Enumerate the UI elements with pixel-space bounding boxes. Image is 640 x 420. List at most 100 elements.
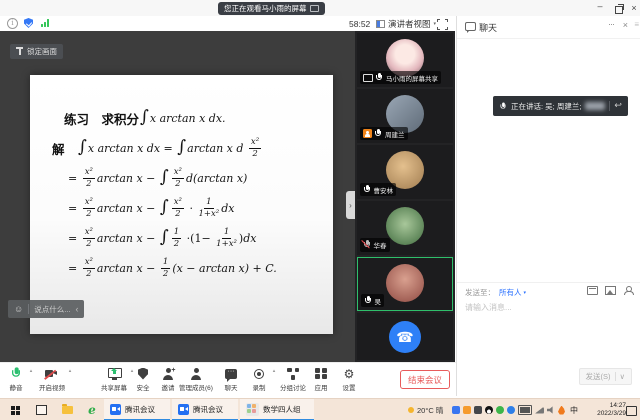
action-center-icon[interactable] xyxy=(626,406,637,416)
math-token: ∫ xyxy=(160,167,169,187)
collapse-left-icon[interactable]: ‹ xyxy=(75,304,78,314)
quick-chat-placeholder[interactable]: 说点什么... xyxy=(34,304,70,315)
watching-banner: 您正在观看马小雨的屏幕 xyxy=(218,2,325,15)
camera-off-icon xyxy=(45,368,59,379)
chat-close-button[interactable]: × xyxy=(623,20,628,30)
gear-icon: ⚙ xyxy=(344,368,355,380)
send-button[interactable]: 发送(S) ∨ xyxy=(579,368,633,385)
tray-flame-icon[interactable] xyxy=(558,406,565,415)
qq-penguin-icon[interactable] xyxy=(485,406,493,414)
quick-chat-pill[interactable]: ☺ 说点什么... ‹ xyxy=(8,300,84,318)
windows-logo-icon xyxy=(11,406,20,415)
participant-tile-speaking[interactable]: 吴 xyxy=(357,257,453,311)
start-button[interactable] xyxy=(4,399,26,420)
math-token: = xyxy=(160,142,176,155)
end-meeting-button[interactable]: 结束会议 xyxy=(400,370,450,389)
speaking-toast: 正在讲话: 吴; 周建兰; ↩ xyxy=(493,96,628,116)
shared-screen-stage: 锁定画面 练习 求积分∫x arctan x dx.解 ∫x arctan x … xyxy=(0,31,355,362)
participant-tile[interactable]: 马小雨的屏幕共享 xyxy=(357,33,453,87)
pin-label: 锁定画面 xyxy=(27,46,57,57)
taskbar-weather[interactable]: 20°C 晴 xyxy=(408,399,443,420)
participant-label: 吴 xyxy=(361,294,384,307)
send-options-caret[interactable]: ∨ xyxy=(620,372,626,381)
bluetooth-icon[interactable] xyxy=(507,406,515,414)
minimize-button[interactable]: – xyxy=(594,1,606,11)
participant-label: 曹安林 xyxy=(360,183,396,196)
info-icon[interactable]: i xyxy=(7,18,18,29)
participant-tile-phone[interactable]: ☎ xyxy=(357,313,453,360)
tray-app-dark-icon[interactable] xyxy=(474,406,482,414)
video-options-chevron[interactable]: ▴ xyxy=(69,368,72,374)
chat-history-icon[interactable] xyxy=(587,286,598,295)
mention-member-icon[interactable] xyxy=(623,286,632,295)
browser-e-icon: e xyxy=(88,404,96,416)
mic-on-icon xyxy=(364,296,372,305)
volume-icon[interactable] xyxy=(547,406,555,414)
chevron-down-icon: ▾ xyxy=(524,290,527,296)
math-token: 练习 求积分 xyxy=(64,109,139,128)
math-token: ∫ xyxy=(160,197,169,217)
restore-button[interactable] xyxy=(615,6,623,14)
taskbar-app-label: 数学四人组 xyxy=(263,404,301,415)
mic-on-icon xyxy=(375,129,383,138)
math-token: − xyxy=(143,262,159,275)
taskbar-app-meeting-1[interactable]: 腾讯会议 xyxy=(104,399,170,420)
avatar xyxy=(386,264,424,302)
record-icon xyxy=(254,369,264,379)
browser-button[interactable]: e xyxy=(82,399,102,420)
network-signal-icon xyxy=(41,19,49,27)
participant-tile[interactable]: 华春 xyxy=(357,201,453,255)
panel-drag-handle[interactable]: ≡ xyxy=(634,20,639,29)
math-line: 解 ∫x arctan x dx = ∫arctan x d x²2 xyxy=(52,135,333,161)
meeting-topbar: i 58:52 演讲者视图 ▾ xyxy=(0,16,456,31)
avatar xyxy=(386,207,424,245)
math-token: 12 xyxy=(161,257,170,278)
system-tray: 中 xyxy=(452,399,578,420)
pin-view-pill[interactable]: 锁定画面 xyxy=(10,44,63,59)
math-token: x²2 xyxy=(83,257,95,278)
participant-label: 马小雨的屏幕共享 xyxy=(360,71,441,84)
math-token: (x − arctan x) + C. xyxy=(172,262,276,275)
task-view-button[interactable] xyxy=(30,399,52,420)
settings-button[interactable]: ⚙ 设置 xyxy=(321,367,377,392)
reply-arrow-icon[interactable]: ↩ xyxy=(614,101,622,111)
fullscreen-icon[interactable] xyxy=(437,19,448,30)
chat-input[interactable]: 请输入消息... xyxy=(465,302,512,313)
smiley-icon[interactable]: ☺ xyxy=(14,305,23,314)
taskbar-app-label: 腾讯会议 xyxy=(125,404,155,415)
taskbar-app-meeting-2[interactable]: 腾讯会议 xyxy=(172,399,238,420)
participant-label: 华春 xyxy=(360,238,390,252)
phone-icon: ☎ xyxy=(396,329,413,346)
security-shield-icon[interactable] xyxy=(24,18,33,28)
math-token: 11+x² xyxy=(198,197,219,218)
tencent-meeting-icon xyxy=(110,404,121,415)
chat-more-button[interactable]: ··· xyxy=(608,19,614,29)
redacted-names xyxy=(585,102,605,110)
tencent-meeting-icon xyxy=(178,404,189,415)
sun-icon xyxy=(408,407,414,413)
participant-tile[interactable]: 周建兰 xyxy=(357,89,453,143)
send-to-select[interactable]: 所有人 ▾ xyxy=(499,287,526,298)
chat-bubble-icon xyxy=(465,22,476,31)
math-token: ∫ xyxy=(160,227,169,247)
battery-icon[interactable] xyxy=(518,405,532,415)
file-explorer-button[interactable] xyxy=(56,399,78,420)
tray-app-orange-icon[interactable] xyxy=(463,406,471,414)
screenshot-icon[interactable] xyxy=(605,286,616,295)
screen-share-icon xyxy=(363,74,373,82)
titlebar: 您正在观看马小雨的屏幕 – × xyxy=(0,0,640,17)
participant-tile[interactable]: 曹安林 xyxy=(357,145,453,199)
view-mode-switch[interactable]: 演讲者视图 ▾ xyxy=(376,18,436,30)
strip-collapse-handle[interactable]: › xyxy=(346,191,355,219)
taskbar-app-group-chat[interactable]: 数学四人组 xyxy=(240,399,314,420)
tray-app-blue-icon[interactable] xyxy=(452,406,460,414)
math-token: dx xyxy=(243,232,256,245)
task-view-icon xyxy=(36,405,47,415)
close-button[interactable]: × xyxy=(628,3,640,13)
ime-indicator[interactable]: 中 xyxy=(570,405,578,416)
taskbar-clock[interactable]: 14:27 2022/3/29 xyxy=(597,402,626,418)
math-token: ∫ xyxy=(78,137,87,157)
network-globe-icon[interactable] xyxy=(496,406,504,414)
wifi-icon[interactable] xyxy=(535,407,544,414)
group-chat-icon xyxy=(246,403,259,416)
